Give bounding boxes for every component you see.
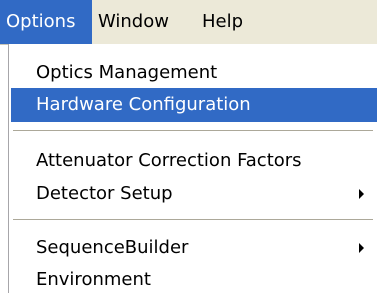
options-dropdown-menu: Optics Management Hardware Configuration… bbox=[8, 44, 377, 293]
submenu-arrow-icon bbox=[359, 189, 364, 199]
menu-item-optics-management[interactable]: Optics Management bbox=[11, 56, 377, 90]
menu-separator bbox=[13, 130, 373, 131]
menu-item-label: Attenuator Correction Factors bbox=[36, 150, 302, 171]
submenu-arrow-icon bbox=[359, 243, 364, 253]
menu-window[interactable]: Window bbox=[92, 0, 186, 44]
menu-item-attenuator-correction-factors[interactable]: Attenuator Correction Factors bbox=[11, 144, 377, 178]
menu-help[interactable]: Help bbox=[196, 0, 256, 44]
menu-item-label: SequenceBuilder bbox=[36, 237, 189, 258]
menu-item-environment[interactable]: Environment bbox=[11, 263, 377, 297]
menu-item-label: Detector Setup bbox=[36, 183, 173, 204]
menubar: Options Window Help bbox=[0, 0, 377, 45]
menu-item-label: Environment bbox=[36, 269, 151, 290]
menu-item-label: Optics Management bbox=[36, 62, 218, 83]
menu-item-label: Hardware Configuration bbox=[36, 94, 251, 115]
menu-item-sequencebuilder[interactable]: SequenceBuilder bbox=[11, 231, 377, 265]
menu-item-detector-setup[interactable]: Detector Setup bbox=[11, 177, 377, 211]
menu-item-hardware-configuration[interactable]: Hardware Configuration bbox=[11, 88, 377, 122]
menu-options[interactable]: Options bbox=[0, 0, 92, 44]
menu-separator bbox=[13, 219, 373, 220]
